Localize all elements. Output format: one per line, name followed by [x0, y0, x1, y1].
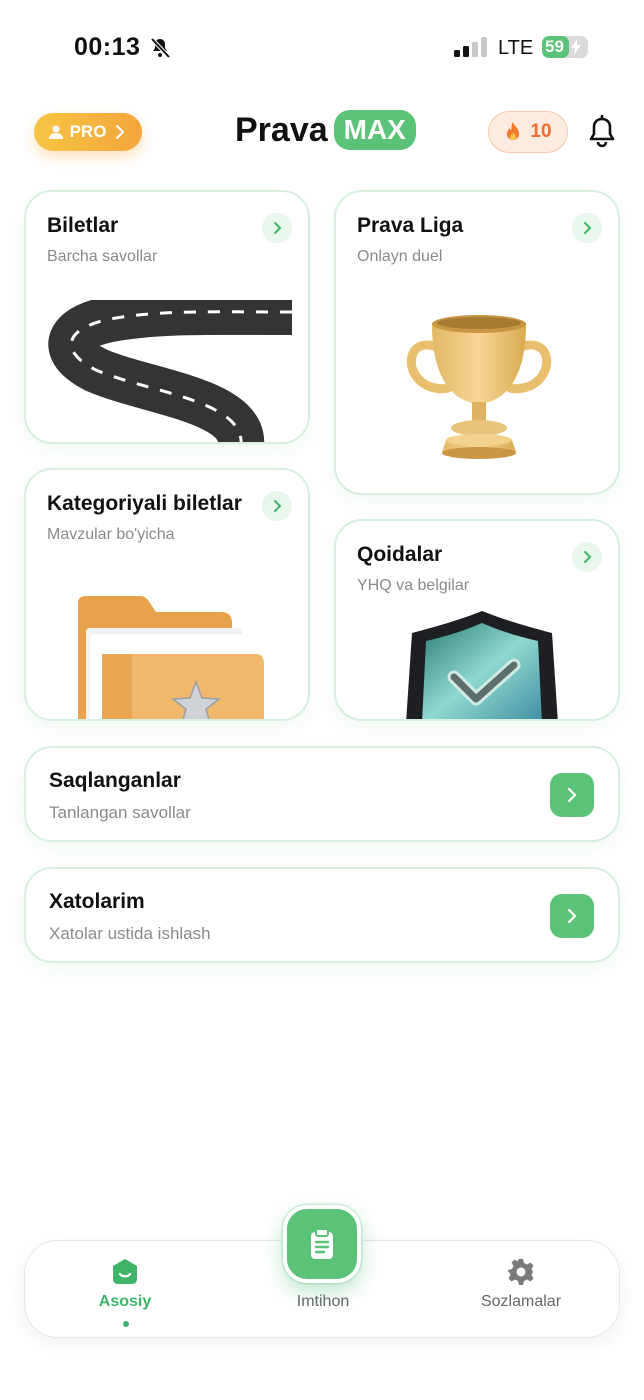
- card-arrow-button[interactable]: [572, 213, 602, 243]
- row-subtitle: Xatolar ustida ishlash: [49, 924, 211, 943]
- chevron-right-icon: [116, 125, 125, 139]
- clipboard-icon: [311, 1228, 333, 1259]
- battery-icon: 59: [542, 36, 588, 58]
- pro-button[interactable]: PRO: [34, 113, 142, 151]
- streak-count: 10: [530, 121, 552, 142]
- chevron-right-icon: [567, 908, 577, 924]
- fire-icon: [507, 122, 520, 140]
- nav-label-exam: Imtihon: [296, 1293, 350, 1310]
- nav-label-settings: Sozlamalar: [480, 1293, 562, 1310]
- charging-icon: [571, 39, 581, 55]
- nav-item-home[interactable]: Asosiy: [55, 1257, 195, 1311]
- mistakes-item[interactable]: Xatolarim Xatolar ustida ishlash: [24, 867, 620, 963]
- status-bar: 00:13 LTE 59: [0, 0, 644, 90]
- row-title: Saqlanganlar: [49, 769, 181, 792]
- card-arrow-button[interactable]: [262, 213, 292, 243]
- card-subtitle: YHQ va belgilar: [357, 577, 470, 594]
- chevron-right-icon: [274, 222, 281, 234]
- card-qoidalar[interactable]: Qoidalar YHQ va belgilar: [334, 519, 620, 721]
- card-subtitle: Onlayn duel: [357, 248, 443, 265]
- home-icon: [113, 1259, 137, 1284]
- row-subtitle: Tanlangan savollar: [49, 803, 191, 822]
- card-title: Kategoriyali biletlar: [47, 492, 242, 515]
- folder-star-image: [78, 596, 264, 719]
- nav-item-settings[interactable]: Sozlamalar: [451, 1257, 591, 1311]
- card-arrow-button[interactable]: [572, 542, 602, 572]
- nav-label-home: Asosiy: [98, 1293, 152, 1310]
- app-logo: Prava MAX: [235, 110, 416, 150]
- card-title: Qoidalar: [357, 543, 443, 566]
- card-title: Biletlar: [47, 214, 119, 237]
- chevron-right-icon: [584, 551, 591, 563]
- gear-icon: [508, 1259, 534, 1285]
- trophy-image: [407, 315, 551, 459]
- card-prava-liga[interactable]: Prava Liga Onlayn duel: [334, 190, 620, 495]
- user-icon: [48, 125, 63, 139]
- card-biletlar[interactable]: Biletlar Barcha savollar: [24, 190, 310, 444]
- battery-level: 59: [545, 37, 564, 56]
- card-subtitle: Mavzular bo'yicha: [47, 526, 175, 543]
- chevron-right-icon: [584, 222, 591, 234]
- exam-fab-button[interactable]: [283, 1205, 361, 1283]
- bell-off-icon: [150, 37, 171, 59]
- card-title: Prava Liga: [357, 214, 464, 237]
- shield-check-image: [406, 611, 558, 719]
- brand-badge: MAX: [333, 110, 416, 150]
- chevron-right-icon: [567, 787, 577, 803]
- card-arrow-button[interactable]: [262, 491, 292, 521]
- road-image: [48, 300, 292, 442]
- active-indicator-dot: [123, 1321, 129, 1327]
- open-mistakes-button[interactable]: [550, 894, 594, 938]
- bell-icon[interactable]: [587, 115, 617, 149]
- chevron-right-icon: [274, 500, 281, 512]
- saved-questions-item[interactable]: Saqlanganlar Tanlangan savollar: [24, 746, 620, 842]
- signal-icon: [454, 37, 487, 57]
- status-time: 00:13: [74, 33, 141, 61]
- card-kategoriyali-biletlar[interactable]: Kategoriyali biletlar Mavzular bo'yicha: [24, 468, 310, 721]
- row-title: Xatolarim: [49, 890, 145, 913]
- pro-label: PRO: [69, 122, 107, 141]
- streak-badge[interactable]: 10: [488, 111, 568, 153]
- card-subtitle: Barcha savollar: [47, 248, 158, 265]
- network-type: LTE: [498, 37, 534, 59]
- open-saved-button[interactable]: [550, 773, 594, 817]
- brand-name: Prava: [235, 110, 328, 149]
